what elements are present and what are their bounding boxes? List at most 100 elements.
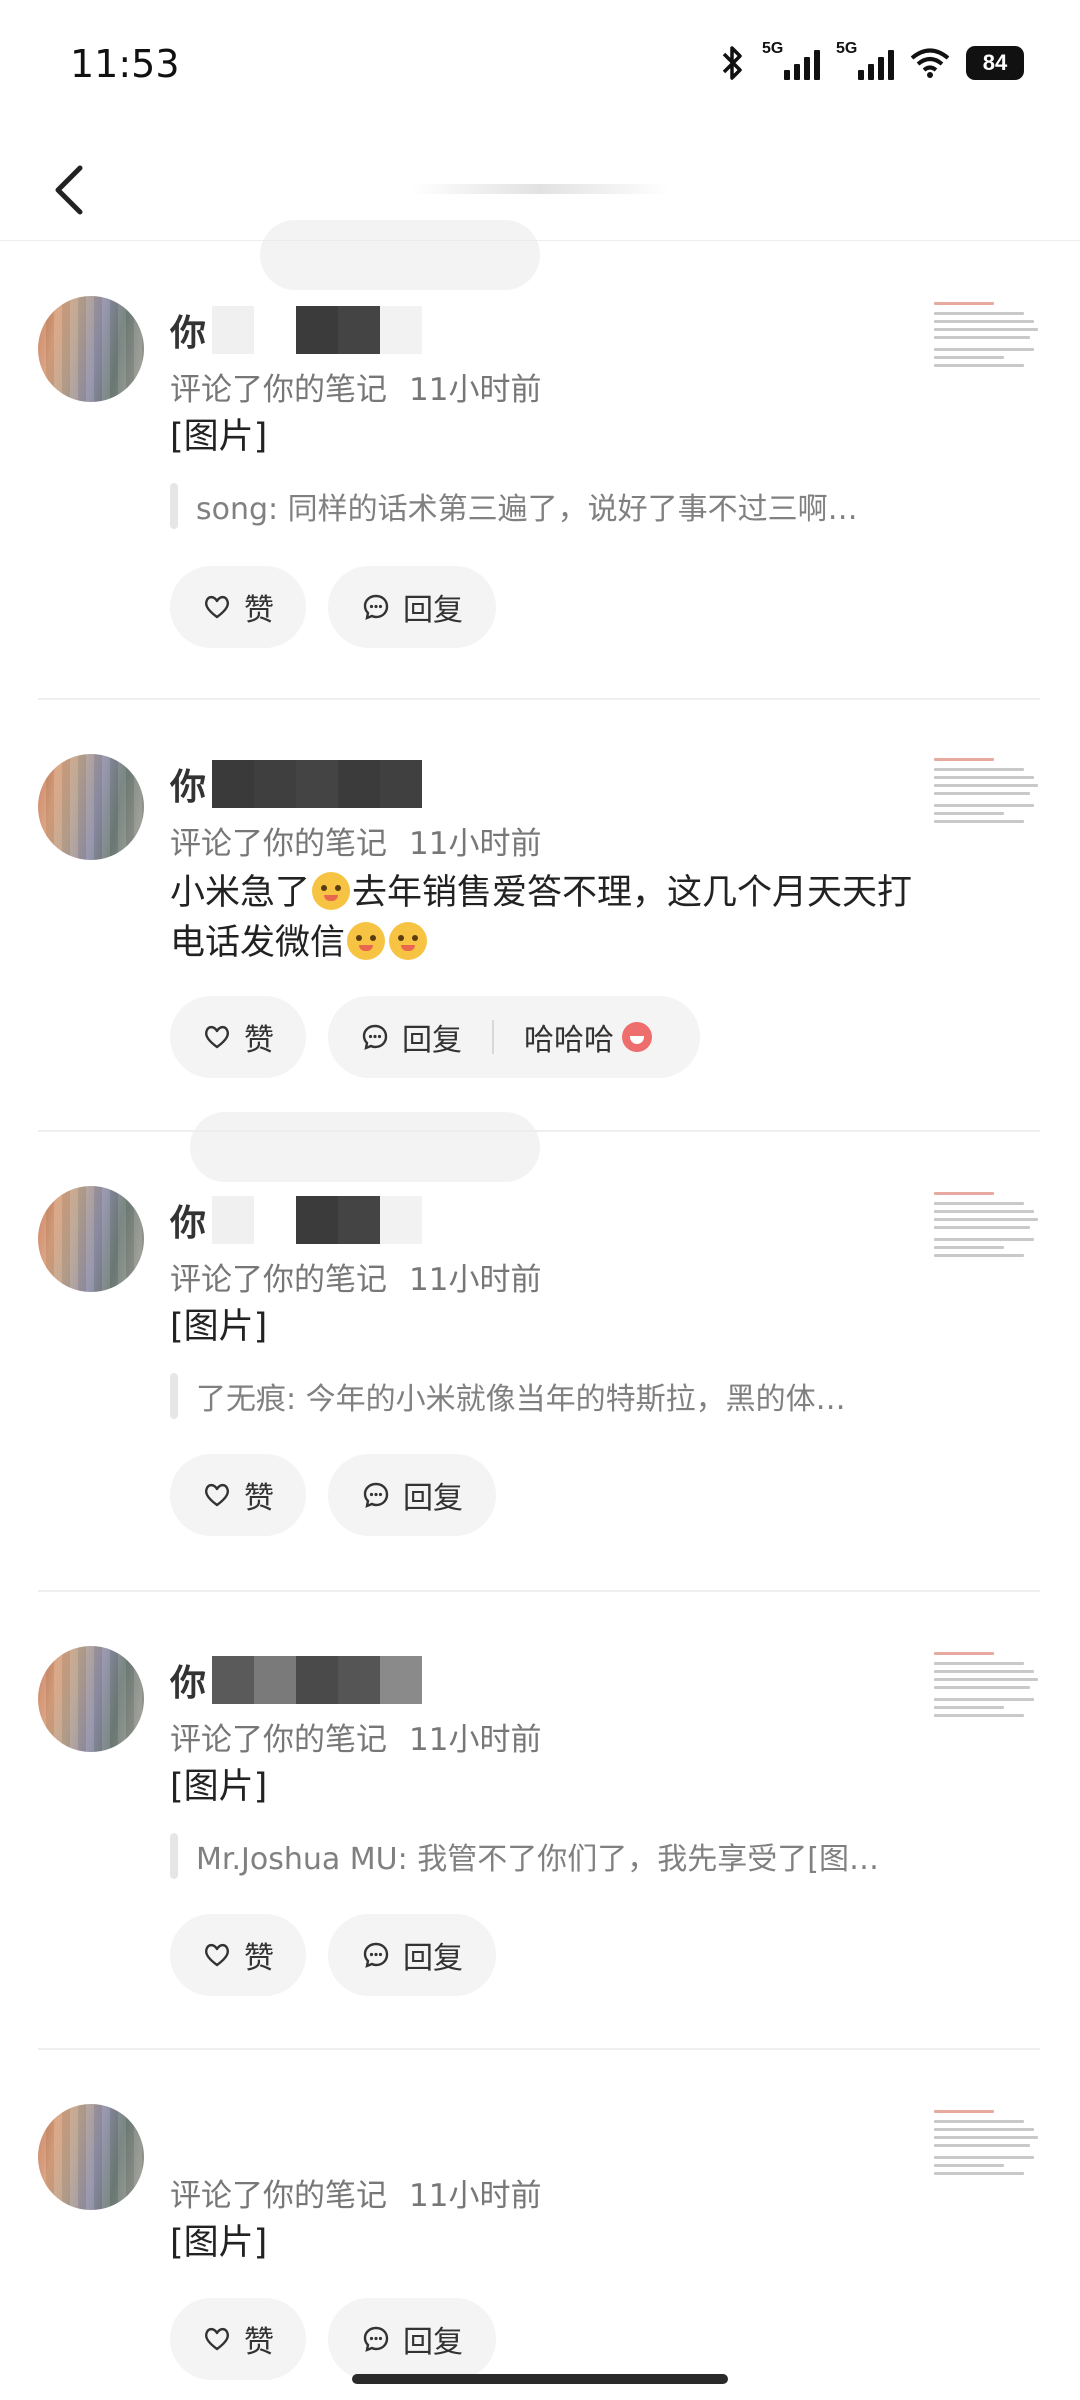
- reply-button[interactable]: 回复: [328, 2298, 496, 2380]
- comment-text: 小米急了: [170, 873, 311, 913]
- user-name[interactable]: 你: [170, 1194, 423, 1246]
- like-label: 赞: [244, 1481, 274, 1516]
- avatar[interactable]: [38, 1186, 144, 1292]
- like-button[interactable]: 赞: [170, 2298, 306, 2380]
- like-button[interactable]: 赞: [170, 1454, 306, 1536]
- chat-bubble-icon: [363, 1482, 389, 1508]
- notification-item: 评论了你的笔记 11小时前 [图片] 赞 回复: [0, 2050, 1080, 2380]
- notification-item: 你 评论了你的笔记 11小时前 小米急了 去年销售爱答不理，这几个月天天打电话发微信…: [0, 700, 1080, 1132]
- avatar[interactable]: [38, 1646, 144, 1752]
- heart-icon: [204, 595, 230, 619]
- like-label: 赞: [244, 1023, 274, 1058]
- like-button[interactable]: 赞: [170, 1914, 306, 1996]
- user-name[interactable]: 你: [170, 1654, 423, 1706]
- like-label: 赞: [244, 1941, 274, 1976]
- avatar[interactable]: [38, 296, 144, 402]
- like-label: 赞: [244, 2325, 274, 2360]
- notification-meta: 评论了你的笔记 11小时前: [170, 1254, 541, 1299]
- divider: [492, 1020, 494, 1054]
- quote-text: 了无痕: 今年的小米就像当年的特斯拉，黑的体…: [196, 1382, 846, 1417]
- page-title-blurred: [400, 170, 680, 210]
- notification-time: 11小时前: [409, 1262, 542, 1298]
- reply-button[interactable]: 回复 哈哈哈: [328, 996, 700, 1078]
- quoted-comment[interactable]: song: 同样的话术第三遍了，说好了事不过三啊…: [170, 482, 910, 530]
- notification-meta: 评论了你的笔记 11小时前: [170, 364, 541, 409]
- note-thumbnail[interactable]: [932, 1646, 1042, 1756]
- chat-bubble-icon: [362, 1024, 388, 1050]
- reply-label: 回复: [403, 2325, 463, 2360]
- notification-time: 11小时前: [409, 2178, 542, 2214]
- user-name[interactable]: 你: [170, 758, 423, 810]
- avatar[interactable]: [38, 2104, 144, 2210]
- status-bar: 11:53 5G 5G 84: [0, 0, 1080, 140]
- bluetooth-icon: [722, 46, 742, 80]
- laughing-face-icon: [622, 1022, 652, 1052]
- signal-icon: 5G: [836, 40, 894, 80]
- comment-content: [图片]: [170, 1307, 268, 1347]
- quoted-comment[interactable]: Mr.Joshua MU: 我管不了你们了，我先享受了[图…: [170, 1832, 910, 1880]
- notification-meta: 评论了你的笔记 11小时前: [170, 818, 541, 863]
- notification-action: 评论了你的笔记: [170, 1722, 387, 1758]
- chevron-left-icon: [55, 165, 83, 215]
- user-name-text: 你: [170, 1203, 207, 1244]
- notification-meta: 评论了你的笔记 11小时前: [170, 1714, 541, 1759]
- user-name-text: 你: [170, 1663, 207, 1704]
- reply-button[interactable]: 回复: [328, 1454, 496, 1536]
- comment-content: 小米急了 去年销售爱答不理，这几个月天天打电话发微信: [170, 868, 930, 968]
- status-icons: 5G 5G 84: [720, 40, 1024, 82]
- back-button[interactable]: [36, 154, 106, 224]
- quote-text: song: 同样的话术第三遍了，说好了事不过三啊…: [196, 492, 858, 527]
- comment-content: [图片]: [170, 417, 268, 457]
- notification-action: 评论了你的笔记: [170, 826, 387, 862]
- like-button[interactable]: 赞: [170, 566, 306, 648]
- reply-button[interactable]: 回复: [328, 566, 496, 648]
- user-name[interactable]: 你: [170, 304, 423, 356]
- quote-text: Mr.Joshua MU: 我管不了你们了，我先享受了[图…: [196, 1842, 879, 1877]
- chat-bubble-icon: [363, 2326, 389, 2352]
- comment-content: [图片]: [170, 2223, 268, 2263]
- smiling-face-icon: [347, 922, 386, 960]
- notification-time: 11小时前: [409, 372, 542, 408]
- note-thumbnail[interactable]: [932, 2104, 1042, 2214]
- network-type-label: 5G: [762, 40, 784, 57]
- quoted-comment[interactable]: 了无痕: 今年的小米就像当年的特斯拉，黑的体…: [170, 1372, 910, 1420]
- note-thumbnail[interactable]: [932, 296, 1042, 406]
- wifi-icon: [910, 48, 950, 78]
- notification-item: 你 评论了你的笔记 11小时前 [图片] Mr.Joshua MU: 我管不了你们…: [0, 1592, 1080, 2050]
- like-label: 赞: [244, 593, 274, 628]
- heart-icon: [204, 2327, 230, 2351]
- notification-item: 你 评论了你的笔记 11小时前 [图片] song: 同样的话术第三遍了，说好了事…: [0, 220, 1080, 700]
- notification-time: 11小时前: [409, 826, 542, 862]
- network-type-label: 5G: [836, 40, 858, 57]
- reply-button[interactable]: 回复: [328, 1914, 496, 1996]
- name-mosaic: [212, 1656, 423, 1704]
- name-mosaic: [212, 760, 423, 808]
- notification-action: 评论了你的笔记: [170, 2178, 387, 2214]
- heart-icon: [204, 1025, 230, 1049]
- reply-label: 回复: [403, 1481, 463, 1516]
- home-indicator[interactable]: [352, 2374, 728, 2384]
- avatar[interactable]: [38, 754, 144, 860]
- reply-label: 回复: [402, 1023, 462, 1058]
- smiling-face-icon: [389, 922, 428, 960]
- user-name-text: 你: [170, 313, 207, 354]
- heart-icon: [204, 1483, 230, 1507]
- note-thumbnail[interactable]: [932, 1186, 1042, 1296]
- comment-content: [图片]: [170, 1767, 268, 1807]
- chat-bubble-icon: [363, 594, 389, 620]
- notification-action: 评论了你的笔记: [170, 372, 387, 408]
- reply-label: 回复: [403, 1941, 463, 1976]
- smiling-face-icon: [312, 872, 351, 910]
- name-mosaic: [212, 1196, 423, 1244]
- signal-icon: 5G: [762, 40, 820, 80]
- status-time: 11:53: [70, 42, 180, 86]
- note-thumbnail[interactable]: [932, 752, 1042, 862]
- chat-bubble-icon: [363, 1942, 389, 1968]
- notification-meta: 评论了你的笔记 11小时前: [170, 2170, 541, 2215]
- heart-icon: [204, 1943, 230, 1967]
- user-name-text: 你: [170, 767, 207, 808]
- quick-reply-text[interactable]: 哈哈哈: [524, 1015, 614, 1059]
- notification-time: 11小时前: [409, 1722, 542, 1758]
- notification-action: 评论了你的笔记: [170, 1262, 387, 1298]
- like-button[interactable]: 赞: [170, 996, 306, 1078]
